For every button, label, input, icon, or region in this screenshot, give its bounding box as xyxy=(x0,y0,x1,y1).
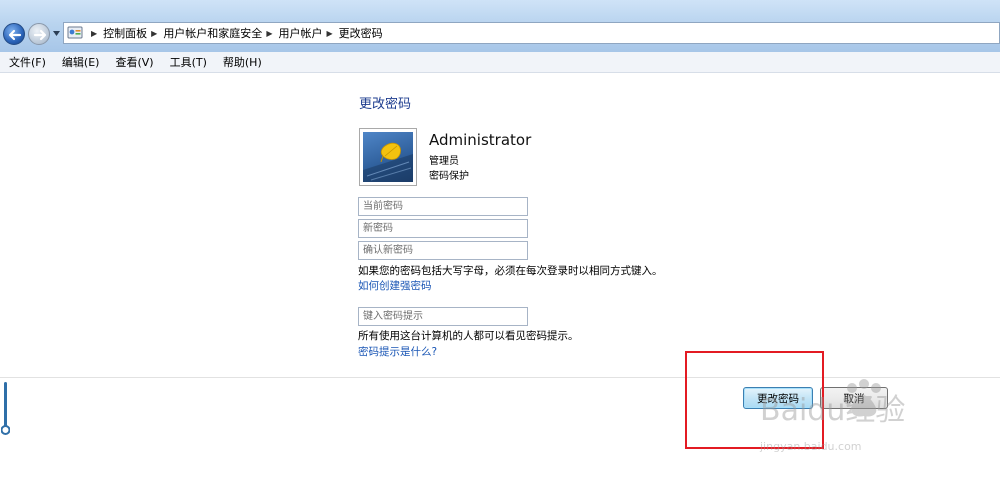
menu-help[interactable]: 帮助(H) xyxy=(214,54,269,70)
user-role: 管理员 xyxy=(429,156,459,167)
password-hint-help-link[interactable]: 密码提示是什么? xyxy=(358,344,437,359)
breadcrumb-item-user-accounts-family-safety[interactable]: 用户帐户和家庭安全 xyxy=(163,25,262,41)
page-title: 更改密码 xyxy=(359,97,412,112)
case-sensitivity-note: 如果您的密码包括大写字母，必须在每次登录时以相同方式键入。 xyxy=(358,265,663,277)
breadcrumb-separator-icon: ▶ xyxy=(91,28,98,38)
baidu-logo-icon: Baidu经验 xyxy=(760,379,905,428)
history-dropdown-icon[interactable] xyxy=(53,31,60,36)
user-picture-icon xyxy=(363,132,413,182)
breadcrumb-item-control-panel[interactable]: 控制面板 xyxy=(103,25,147,41)
user-name: Administrator xyxy=(429,131,532,149)
back-button[interactable] xyxy=(3,23,25,45)
baidu-watermark: Baidu经验 jingyan.baidu.com xyxy=(760,378,960,468)
menu-bar: 文件(F) 编辑(E) 查看(V) 工具(T) 帮助(H) xyxy=(0,52,1000,73)
avatar xyxy=(359,128,417,186)
new-password-input[interactable] xyxy=(358,219,528,238)
watermark-brand: Baidu经验 xyxy=(760,393,905,428)
breadcrumb: ▶ 控制面板 ▶ 用户帐户和家庭安全 ▶ 用户帐户 ▶ 更改密码 xyxy=(87,25,383,41)
password-hint-input[interactable] xyxy=(358,307,528,326)
forward-arrow-icon xyxy=(33,29,47,41)
breadcrumb-separator-icon[interactable]: ▶ xyxy=(266,29,272,38)
confirm-password-input[interactable] xyxy=(358,241,528,260)
scroll-handle[interactable] xyxy=(1,382,10,436)
menu-file[interactable]: 文件(F) xyxy=(0,54,53,70)
current-password-input[interactable] xyxy=(358,197,528,216)
back-arrow-icon xyxy=(8,29,22,41)
menu-view[interactable]: 查看(V) xyxy=(106,54,160,70)
breadcrumb-separator-icon[interactable]: ▶ xyxy=(151,29,157,38)
breadcrumb-separator-icon[interactable]: ▶ xyxy=(326,29,332,38)
menu-edit[interactable]: 编辑(E) xyxy=(53,54,107,70)
explorer-toolbar: ▶ 控制面板 ▶ 用户帐户和家庭安全 ▶ 用户帐户 ▶ 更改密码 xyxy=(0,0,1000,52)
menu-tools[interactable]: 工具(T) xyxy=(161,54,214,70)
user-password-status: 密码保护 xyxy=(429,171,469,182)
watermark-url: jingyan.baidu.com xyxy=(760,440,862,453)
hint-visibility-note: 所有使用这台计算机的人都可以看见密码提示。 xyxy=(358,330,579,342)
strong-password-link[interactable]: 如何创建强密码 xyxy=(358,278,432,293)
breadcrumb-item-change-password[interactable]: 更改密码 xyxy=(339,25,383,41)
control-panel-icon xyxy=(67,26,83,39)
address-bar[interactable]: ▶ 控制面板 ▶ 用户帐户和家庭安全 ▶ 用户帐户 ▶ 更改密码 xyxy=(63,22,1000,44)
breadcrumb-item-user-accounts[interactable]: 用户帐户 xyxy=(278,25,322,41)
forward-button[interactable] xyxy=(28,23,50,45)
